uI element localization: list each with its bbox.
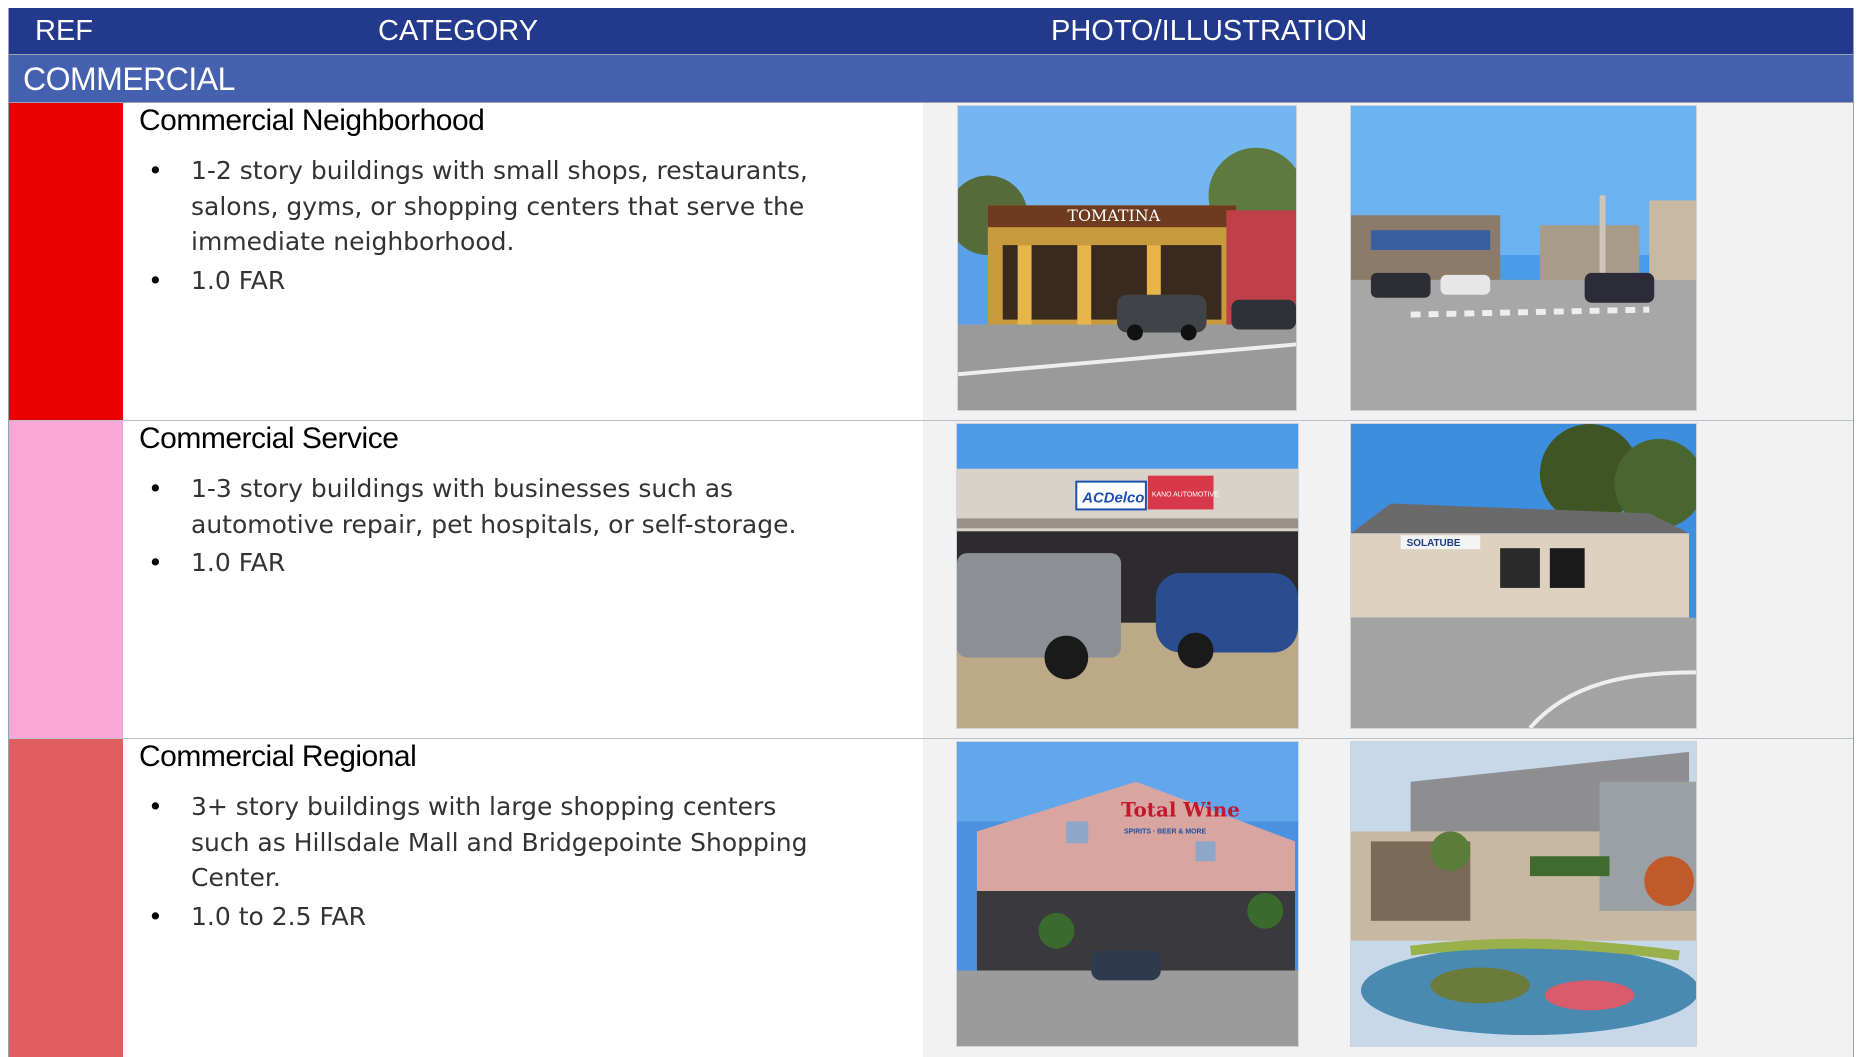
category-bullets: 1-3 story buildings with businesses such… bbox=[123, 471, 831, 584]
land-use-table: REF CATEGORY PHOTO/ILLUSTRATION COMMERCI… bbox=[8, 8, 1854, 1057]
photo-cell: ACDelco KANO AUTOMOTIVE SOLATUBE bbox=[923, 421, 1853, 738]
tomatina-sign-text: TOMATINA bbox=[1067, 206, 1160, 225]
kano-sign-text: KANO AUTOMOTIVE bbox=[1152, 492, 1219, 499]
photo-total-wine-store: Total Wine SPIRITS · BEER & MORE bbox=[956, 741, 1299, 1047]
category-title: Commercial Regional bbox=[139, 740, 417, 773]
category-cell: Commercial Service 1-3 story buildings w… bbox=[123, 421, 923, 738]
section-label: COMMERCIAL bbox=[23, 61, 235, 97]
bullet-item: 1-3 story buildings with businesses such… bbox=[123, 471, 831, 542]
header-ref: REF bbox=[35, 15, 93, 47]
bullet-item: 3+ story buildings with large shopping c… bbox=[123, 789, 831, 896]
photo-neighborhood-street bbox=[1350, 105, 1697, 411]
ref-color-swatch bbox=[9, 739, 123, 1057]
bullet-item: 1.0 FAR bbox=[123, 545, 831, 581]
header-category: CATEGORY bbox=[378, 15, 539, 47]
ref-color-swatch bbox=[9, 103, 123, 420]
category-title: Commercial Service bbox=[139, 422, 399, 455]
table-header: REF CATEGORY PHOTO/ILLUSTRATION bbox=[9, 8, 1853, 55]
acdelco-sign-text: ACDelco bbox=[1081, 490, 1144, 506]
category-bullets: 1-2 story buildings with small shops, re… bbox=[123, 153, 831, 301]
photo-cell: TOMATINA bbox=[923, 103, 1853, 420]
bullet-item: 1.0 FAR bbox=[123, 263, 831, 299]
solatube-sign-text: SOLATUBE bbox=[1407, 538, 1461, 549]
bullet-item: 1-2 story buildings with small shops, re… bbox=[123, 153, 831, 260]
category-cell: Commercial Neighborhood 1-2 story buildi… bbox=[123, 103, 923, 420]
section-header: COMMERCIAL bbox=[9, 55, 1853, 103]
category-title: Commercial Neighborhood bbox=[139, 104, 485, 137]
category-bullets: 3+ story buildings with large shopping c… bbox=[123, 789, 831, 937]
table-row: Commercial Service 1-3 story buildings w… bbox=[9, 421, 1853, 739]
category-cell: Commercial Regional 3+ story buildings w… bbox=[123, 739, 923, 1057]
photo-solatube-building: SOLATUBE bbox=[1350, 423, 1697, 729]
bullet-item: 1.0 to 2.5 FAR bbox=[123, 899, 831, 935]
table-row: Commercial Neighborhood 1-2 story buildi… bbox=[9, 103, 1853, 421]
photo-cell: Total Wine SPIRITS · BEER & MORE bbox=[923, 739, 1853, 1057]
ref-color-swatch bbox=[9, 421, 123, 738]
total-wine-sign-text: Total Wine bbox=[1121, 798, 1240, 822]
total-wine-subsign-text: SPIRITS · BEER & MORE bbox=[1124, 828, 1207, 835]
photo-auto-repair-shop: ACDelco KANO AUTOMOTIVE bbox=[956, 423, 1299, 729]
header-photo: PHOTO/ILLUSTRATION bbox=[1051, 15, 1368, 47]
photo-mall-plaza-rendering bbox=[1350, 741, 1697, 1047]
table-row: Commercial Regional 3+ story buildings w… bbox=[9, 739, 1853, 1057]
photo-tomatina-storefront: TOMATINA bbox=[957, 105, 1297, 411]
